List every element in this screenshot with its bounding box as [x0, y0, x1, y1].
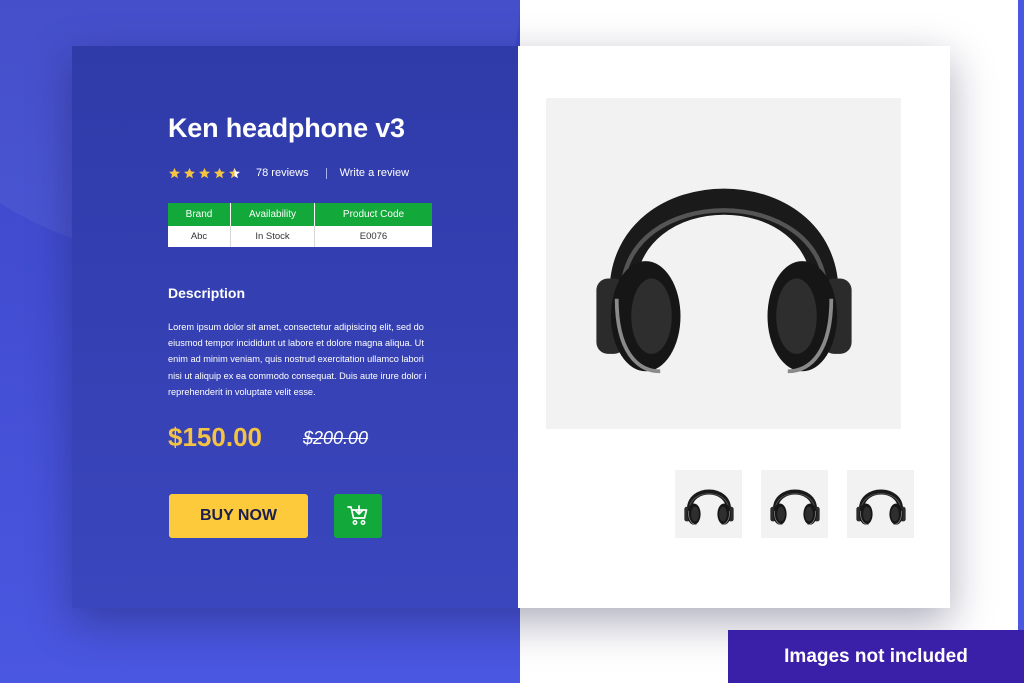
product-info-panel: Ken headphone v3 78 reviews Write a revi… [72, 46, 518, 608]
spec-header-availability: Availability [230, 203, 315, 226]
star-icon [168, 167, 181, 178]
images-not-included-banner: Images not included [728, 630, 1024, 683]
thumbnail-1[interactable] [675, 470, 742, 538]
headphones-icon [767, 476, 823, 532]
divider [325, 167, 327, 179]
star-icon [228, 167, 241, 178]
product-title: Ken headphone v3 [168, 113, 405, 143]
spec-value-product-code: E0076 [314, 226, 432, 247]
reviews-count[interactable]: 78 reviews [256, 167, 309, 179]
thumbnail-3[interactable] [847, 470, 914, 538]
star-icon [198, 167, 211, 178]
write-review-link[interactable]: Write a review [340, 167, 409, 179]
description-heading: Description [168, 285, 246, 301]
spec-value-brand: Abc [168, 226, 231, 247]
buy-now-button[interactable]: BUY NOW [169, 494, 308, 538]
star-icon [183, 167, 196, 178]
spec-header-product-code: Product Code [314, 203, 432, 226]
current-price: $150.00 [168, 422, 262, 452]
spec-header-brand: Brand [168, 203, 231, 226]
thumbnail-strip [675, 470, 914, 538]
thumbnail-2[interactable] [761, 470, 828, 538]
headphones-icon [681, 476, 737, 532]
cart-icon [346, 503, 370, 530]
table-row: Abc In Stock E0076 [168, 226, 432, 247]
product-card: Ken headphone v3 78 reviews Write a revi… [72, 46, 950, 608]
star-rating [168, 167, 241, 180]
add-to-cart-button[interactable] [334, 494, 382, 538]
headphones-icon [853, 476, 909, 532]
old-price: $200.00 [303, 428, 369, 448]
rating-row: 78 reviews Write a review [168, 164, 409, 182]
star-icon [213, 167, 226, 178]
spec-value-availability: In Stock [230, 226, 315, 247]
description-text: Lorem ipsum dolor sit amet, consectetur … [168, 322, 427, 397]
spec-table: Brand Availability Product Code Abc In S… [168, 203, 432, 247]
headphones-icon [579, 119, 869, 409]
edge-stripe [1018, 0, 1024, 683]
product-gallery [518, 46, 950, 608]
main-product-image [546, 98, 901, 429]
